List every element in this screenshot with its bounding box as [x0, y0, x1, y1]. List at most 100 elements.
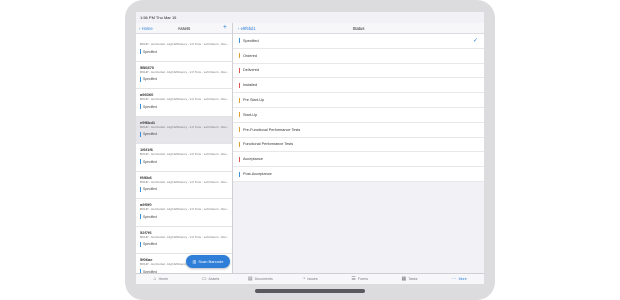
status-pane: ‹ e9f6bd1 Status Specified ✓ Ordered Delive… [233, 23, 484, 273]
status-option-label: Acceptance [243, 157, 263, 162]
plus-icon[interactable]: + [223, 24, 227, 31]
checkmark-icon: ✓ [472, 38, 478, 44]
status-option[interactable]: Pre-Functional Performance Tests [233, 123, 484, 138]
tab-label: Documents [254, 277, 273, 281]
issues-icon: ◔ [302, 276, 306, 282]
asset-status-label: Specified [143, 214, 157, 219]
asset-status-label: Specified [143, 187, 157, 191]
status-option[interactable]: Installed [233, 78, 484, 94]
assets-title: Assets [177, 26, 191, 31]
asset-list: BOHP - Horizontal - High Efficiency - 2.… [136, 34, 232, 273]
status-color-bar [239, 141, 240, 147]
tab-tasks[interactable]: ▦ Tasks [385, 274, 435, 284]
status-time: 1:56 PM Thu Mar 15 [140, 15, 177, 20]
asset-status: Specified [140, 214, 229, 219]
status-option-label: Pre-Functional Performance Tests [243, 127, 301, 132]
tab-issues[interactable]: ◔ Issues [285, 274, 335, 284]
status-option[interactable]: Acceptance [233, 152, 484, 168]
home-icon: ⌂ [153, 276, 157, 282]
asset-row[interactable]: a96060 BOHP - Horizontal - High Efficienc… [136, 89, 232, 117]
status-title: Status [352, 26, 365, 31]
more-icon: ⋯ [451, 276, 457, 282]
status-bar: 1:56 PM Thu Mar 15 ◠ 95% [136, 12, 484, 265]
asset-status: Specified [140, 241, 229, 247]
asset-row[interactable]: a9f0f0 BOHP - Horizontal - High Efficienc… [136, 199, 232, 227]
asset-row[interactable]: e9f6bd1 BOHP - Horizontal - High Efficien… [136, 116, 232, 144]
status-color-bar [140, 131, 141, 137]
status-option[interactable]: Pre Start-Up [233, 93, 484, 108]
asset-row[interactable]: 5B0870 BOHP - Horizontal - High Efficienc… [136, 61, 232, 89]
status-color-bar [140, 214, 141, 219]
status-option[interactable]: Delivered [233, 64, 484, 79]
asset-status-label: Specified [143, 159, 157, 164]
asset-status-label: Specified [143, 77, 157, 81]
asset-status: Specified [140, 49, 229, 54]
tab-more[interactable]: ⋯ More [434, 274, 484, 284]
asset-description: BOHP - Horizontal - High Efficiency - 2.… [140, 97, 229, 101]
scan-barcode-button[interactable]: ▥ Scan Barcode [186, 255, 230, 268]
status-color-bar [140, 76, 141, 82]
status-color-bar [140, 49, 141, 54]
status-color-bar [239, 156, 240, 162]
status-option[interactable]: Start-Up [233, 108, 484, 123]
forms-icon: ☰ [351, 276, 356, 282]
asset-row[interactable]: 52f7f6 BOHP - Horizontal - High Efficienc… [136, 226, 232, 254]
status-color-bar [239, 67, 240, 73]
asset-row[interactable]: 1f6f1f6 BOHP - Horizontal - High Efficien… [136, 144, 232, 172]
asset-row[interactable]: BOHP - Horizontal - High Efficiency - 2.… [136, 34, 232, 62]
tab-label: More [458, 277, 467, 281]
asset-status-label: Specified [143, 132, 157, 136]
asset-status-label: Specified [143, 242, 157, 246]
barcode-icon: ▥ [192, 259, 197, 264]
app-screen: 1:56 PM Thu Mar 15 ◠ 95% ‹ Home Assets +… [136, 12, 484, 284]
asset-status: Specified [140, 131, 229, 137]
status-color-bar [140, 241, 141, 247]
asset-description: BOHP - Horizontal - High Efficiency - 2.… [140, 234, 229, 239]
asset-status-label: Specified [143, 104, 157, 109]
status-option[interactable]: Functional Performance Tests [233, 138, 484, 153]
asset-status: Specified [140, 186, 229, 192]
status-option[interactable]: Specified ✓ [233, 34, 484, 49]
asset-description: BOHP - Horizontal - High Efficiency - 2.… [140, 69, 229, 74]
tab-label: Home [158, 277, 169, 281]
status-color-bar [239, 53, 240, 59]
status-color-bar [140, 104, 141, 109]
asset-row[interactable]: f6f6b6 BOHP - Horizontal - High Efficienc… [136, 171, 232, 199]
scan-barcode-label: Scan Barcode [198, 259, 224, 264]
status-option[interactable]: Post-Acceptance [233, 167, 484, 182]
status-color-bar [140, 186, 141, 192]
status-option-label: Functional Performance Tests [243, 142, 294, 147]
status-option-label: Pre Start-Up [243, 98, 265, 103]
status-color-bar [140, 159, 141, 164]
status-color-bar [239, 171, 240, 177]
status-list: Specified ✓ Ordered Delivered Installed Pre S… [233, 34, 484, 182]
tab-label: Assets [208, 277, 220, 281]
status-color-bar [239, 38, 240, 44]
tab-home[interactable]: ⌂ Home [136, 274, 186, 284]
status-color-bar [239, 112, 240, 118]
tab-label: Forms [357, 277, 369, 281]
asset-status: Specified [140, 159, 229, 164]
status-color-bar [239, 127, 240, 133]
status-nav-bar: ‹ e9f6bd1 Status [233, 23, 484, 34]
status-option-label: Ordered [243, 53, 257, 58]
status-option[interactable]: Ordered [233, 49, 484, 64]
assets-icon: ▭ [201, 276, 207, 282]
asset-description: BOHP - Horizontal - High Efficiency - 2.… [140, 207, 229, 211]
home-indicator [255, 289, 365, 293]
asset-description: BOHP - Horizontal - High Efficiency - 2.… [140, 179, 229, 184]
asset-description: BOHP - Horizontal - High Efficiency - 2.… [140, 152, 229, 156]
tab-documents[interactable]: ▤ Documents [235, 274, 285, 284]
tab-forms[interactable]: ☰ Forms [335, 274, 385, 284]
asset-description: BOHP - Horizontal - High Efficiency - 2.… [140, 42, 229, 46]
tab-bar: ⌂ Home ▭ Assets ▤ Documents ◔ Issues ☰ Forms ▦ Task… [136, 273, 484, 284]
asset-status: Specified [140, 104, 229, 109]
tab-label: Issues [307, 277, 318, 281]
tab-assets[interactable]: ▭ Assets [186, 274, 236, 284]
assets-pane: ‹ Home Assets + BOHP - Horizontal - High… [136, 23, 233, 273]
documents-icon: ▤ [247, 276, 253, 282]
status-option-label: Delivered [243, 68, 260, 73]
assets-nav-bar: ‹ Home Assets + [136, 23, 232, 34]
asset-status: Specified [140, 76, 229, 82]
status-option-label: Post-Acceptance [243, 172, 272, 177]
